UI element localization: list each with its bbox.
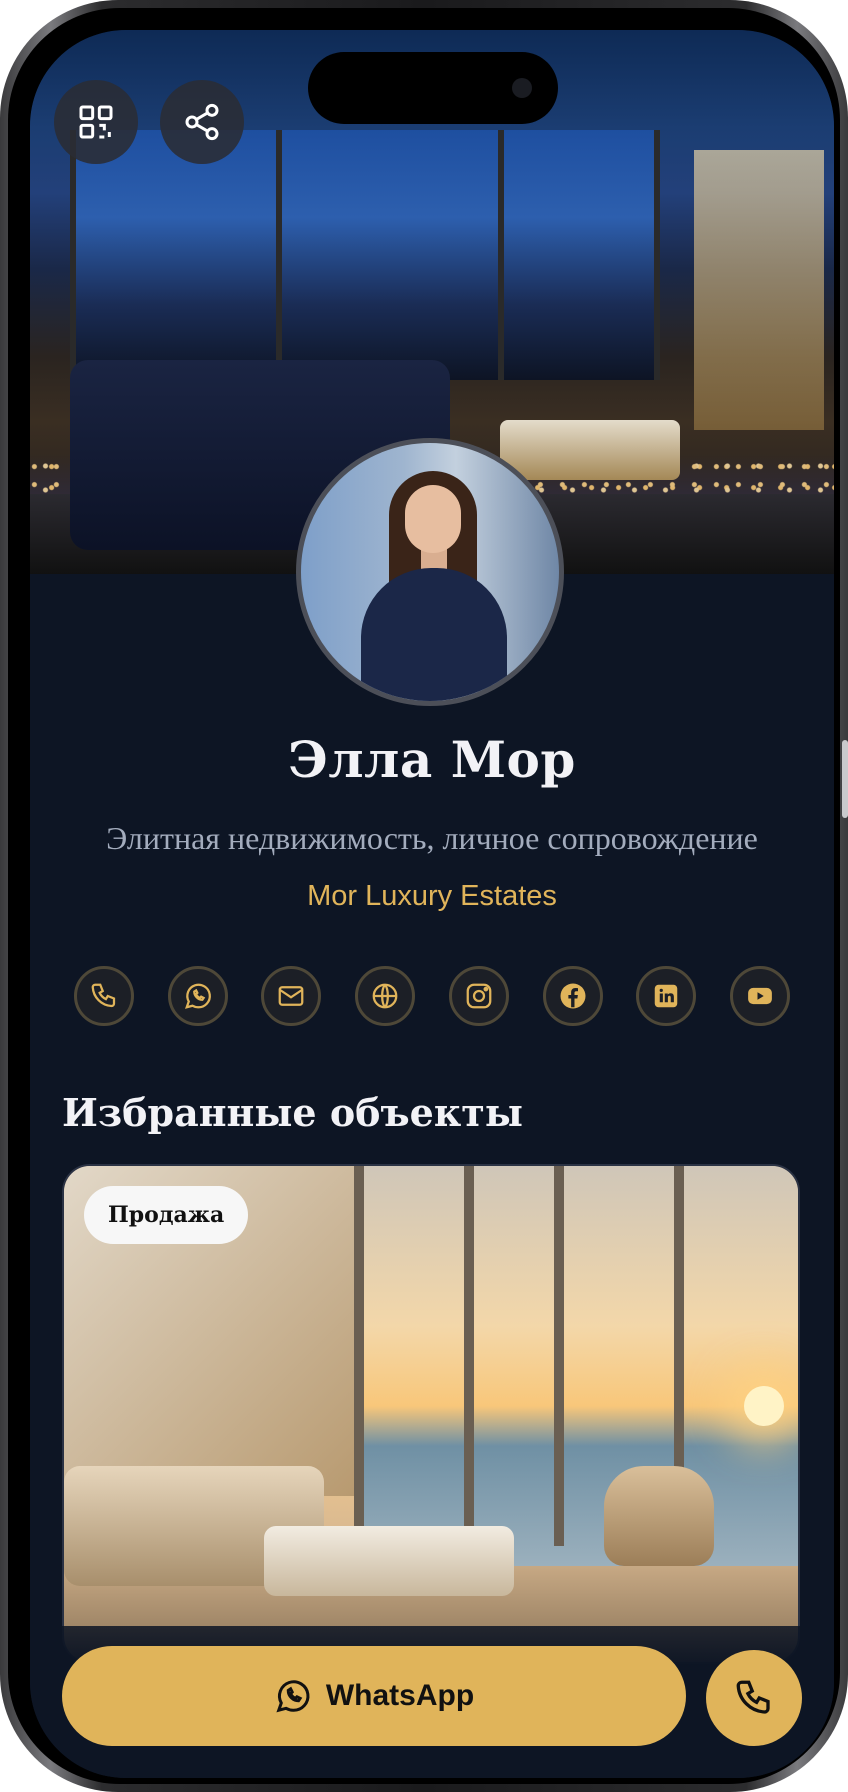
qr-code-button[interactable] [54,80,138,164]
section-title: Избранные объекты [62,1090,523,1135]
whatsapp-icon [184,983,211,1009]
screen: Элла Мор Элитная недвижимость, личное со… [30,30,834,1778]
listing-badge: Продажа [84,1186,249,1244]
phone-bezel: Элла Мор Элитная недвижимость, личное со… [8,8,840,1784]
dynamic-island [308,52,558,124]
linkedin-icon [654,984,678,1008]
facebook-link[interactable] [542,966,603,1026]
side-button [842,740,848,818]
linkedin-link[interactable] [636,966,697,1026]
call-button[interactable] [706,1650,802,1746]
whatsapp-button[interactable]: WhatsApp [62,1646,686,1746]
mail-link[interactable] [261,966,322,1026]
coffee-table [500,420,680,480]
window-pane [70,130,282,380]
globe-icon [372,983,398,1009]
phone-frame: Элла Мор Элитная недвижимость, личное со… [0,0,848,1792]
whatsapp-link[interactable] [167,966,228,1026]
window-pane [276,130,504,380]
phone-icon [91,983,116,1008]
qr-code-icon [79,105,113,139]
armchair [604,1466,714,1566]
company-name: Mor Luxury Estates [307,880,557,912]
listing-card[interactable]: Продажа [62,1164,800,1664]
shelf [694,150,824,430]
profile-name: Элла Мор [288,730,576,789]
mail-icon [279,986,304,1006]
camera-icon [512,78,532,98]
whatsapp-button-label: WhatsApp [325,1679,475,1712]
youtube-icon [748,987,772,1005]
social-links [74,966,790,1026]
sea-view-window [354,1166,798,1566]
phone-link[interactable] [74,966,134,1026]
share-button[interactable] [160,80,244,164]
facebook-icon [560,983,586,1009]
avatar [296,438,564,706]
instagram-link[interactable] [448,966,509,1026]
youtube-link[interactable] [729,966,790,1026]
website-link[interactable] [355,966,416,1026]
whatsapp-icon [276,1680,310,1713]
profile-subtitle: Элитная недвижимость, личное сопровожден… [106,820,758,856]
share-icon [185,103,219,141]
instagram-icon [466,983,492,1009]
sun [744,1386,784,1426]
window-pane [498,130,660,380]
coffee-table [264,1526,514,1596]
phone-icon [736,1680,770,1714]
